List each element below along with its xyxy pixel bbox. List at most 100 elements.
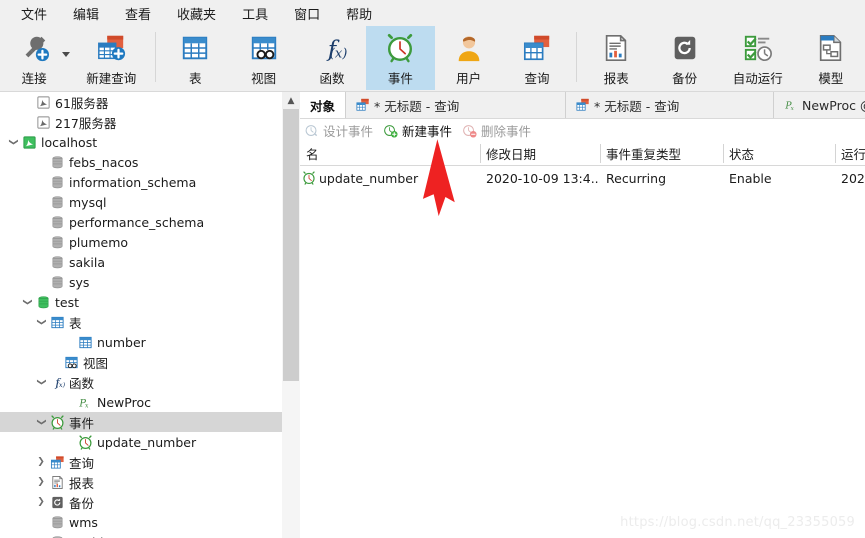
function-fx-icon: f (x) bbox=[48, 375, 66, 390]
tree-item-报表[interactable]: ❯ 报表 bbox=[0, 472, 282, 492]
automation-icon bbox=[743, 31, 773, 65]
cell-text: Enable bbox=[729, 170, 772, 186]
menu-view[interactable]: 查看 bbox=[112, 1, 164, 26]
column-header[interactable]: 名 bbox=[300, 142, 480, 165]
tree-item-label: 备份 bbox=[69, 495, 95, 511]
tree-item-world[interactable]: world bbox=[0, 532, 282, 538]
tab-label: NewProc @ bbox=[802, 97, 865, 113]
menu-edit[interactable]: 编辑 bbox=[60, 1, 112, 26]
tree-item-函数[interactable]: ❯ f (x) 函数 bbox=[0, 372, 282, 392]
function-fx-icon: f (x) bbox=[317, 31, 347, 65]
tab-untitled-query-1[interactable]: * 无标题 - 查询 bbox=[346, 92, 567, 118]
object-tree-sidebar[interactable]: 61服务器 217服务器 ❯ localhost febs_nacos informati… bbox=[0, 92, 282, 538]
tree-item-视图[interactable]: 视图 bbox=[0, 352, 282, 372]
ribbon-button-automation[interactable]: 自动运行 bbox=[719, 26, 797, 90]
tree-item-查询[interactable]: ❯ 查询 bbox=[0, 452, 282, 472]
database-icon bbox=[48, 235, 66, 250]
tab-untitled-query-2[interactable]: * 无标题 - 查询 bbox=[566, 92, 775, 118]
tree-item-label: wms bbox=[69, 514, 98, 530]
tree-item-事件[interactable]: ❯ 事件 bbox=[0, 412, 282, 432]
tree-item-label: plumemo bbox=[69, 234, 129, 250]
chevron-right-icon[interactable]: ❯ bbox=[34, 497, 48, 507]
tree-item-sys[interactable]: sys bbox=[0, 272, 282, 292]
menu-tools[interactable]: 工具 bbox=[229, 1, 281, 26]
query-icon bbox=[522, 31, 552, 65]
query-icon bbox=[48, 455, 66, 470]
column-divider[interactable] bbox=[600, 144, 601, 163]
ribbon-button-event-clock[interactable]: 事件 bbox=[366, 26, 435, 90]
event-clock-icon bbox=[48, 414, 66, 430]
tree-item-label: febs_nacos bbox=[69, 154, 139, 170]
column-header[interactable]: 状态 bbox=[723, 142, 835, 165]
tree-item-information_schema[interactable]: information_schema bbox=[0, 172, 282, 192]
ribbon-button-user[interactable]: 用户 bbox=[435, 26, 503, 90]
tree-item-performance_schema[interactable]: performance_schema bbox=[0, 212, 282, 232]
menu-favorites[interactable]: 收藏夹 bbox=[164, 1, 229, 26]
svg-text:(x): (x) bbox=[330, 46, 347, 61]
tree-item-number[interactable]: number bbox=[0, 332, 282, 352]
sidebar-scrollbar[interactable]: ▲ bbox=[282, 92, 300, 538]
ribbon-button-table[interactable]: 表 bbox=[161, 26, 229, 90]
tree-item-NewProc[interactable]: Px NewProc bbox=[0, 392, 282, 412]
ribbon-button-connection-plug-add[interactable]: 连接 bbox=[0, 26, 68, 90]
tree-item-label: world bbox=[69, 535, 103, 538]
menu-window[interactable]: 窗口 bbox=[281, 1, 333, 26]
ribbon-button-backup[interactable]: 备份 bbox=[650, 26, 718, 90]
chevron-down-icon[interactable]: ❯ bbox=[36, 315, 46, 329]
ribbon-button-function-fx[interactable]: f (x) 函数 bbox=[298, 26, 366, 90]
chevron-right-icon[interactable]: ❯ bbox=[34, 457, 48, 467]
command-label: 设计事件 bbox=[323, 123, 374, 139]
tree-item-217服务器[interactable]: 217服务器 bbox=[0, 112, 282, 132]
column-divider[interactable] bbox=[723, 144, 724, 163]
cell-text: update_number bbox=[319, 170, 419, 186]
tree-item-update_number[interactable]: update_number bbox=[0, 432, 282, 452]
tab-label: * 无标题 - 查询 bbox=[594, 98, 680, 114]
chevron-right-icon[interactable]: ❯ bbox=[34, 477, 48, 487]
cell-事件重复类型: Recurring bbox=[600, 166, 723, 190]
ribbon-button-report[interactable]: 报表 bbox=[582, 26, 650, 90]
tab-objects[interactable]: 对象 bbox=[300, 92, 347, 118]
tree-item-wms[interactable]: wms bbox=[0, 512, 282, 532]
column-header[interactable]: 事件重复类型 bbox=[600, 142, 723, 165]
scroll-up-arrow[interactable]: ▲ bbox=[282, 92, 300, 109]
tree-item-febs_nacos[interactable]: febs_nacos bbox=[0, 152, 282, 172]
tree-item-sakila[interactable]: sakila bbox=[0, 252, 282, 272]
column-header[interactable]: 运行 bbox=[835, 142, 865, 165]
command-label: 删除事件 bbox=[481, 123, 532, 139]
tree-item-label: 函数 bbox=[69, 375, 95, 391]
tree-item-plumemo[interactable]: plumemo bbox=[0, 232, 282, 252]
column-divider[interactable] bbox=[835, 144, 836, 163]
menu-file[interactable]: 文件 bbox=[8, 1, 60, 26]
ribbon-button-view[interactable]: 视图 bbox=[229, 26, 297, 90]
menu-help[interactable]: 帮助 bbox=[333, 1, 385, 26]
chevron-down-icon[interactable]: ❯ bbox=[36, 415, 46, 429]
ribbon-button-new-query-add[interactable]: 新建查询 bbox=[72, 26, 150, 90]
tree-item-test[interactable]: ❯ test bbox=[0, 292, 282, 312]
database-icon bbox=[48, 195, 66, 210]
cell-修改日期: 2020-10-09 13:4... bbox=[480, 166, 600, 190]
tree-item-61服务器[interactable]: 61服务器 bbox=[0, 92, 282, 112]
event-clock-icon bbox=[76, 434, 94, 450]
query-tab-icon bbox=[576, 98, 590, 112]
column-divider[interactable] bbox=[480, 144, 481, 163]
chevron-down-icon[interactable]: ❯ bbox=[8, 135, 18, 149]
new-event-button[interactable]: 新建事件 bbox=[383, 121, 452, 140]
tree-item-表[interactable]: ❯ 表 bbox=[0, 312, 282, 332]
scrollbar-thumb[interactable] bbox=[283, 109, 299, 381]
view-icon bbox=[249, 31, 279, 65]
ribbon-button-label: 模型 bbox=[818, 71, 844, 86]
chevron-down-icon[interactable]: ❯ bbox=[22, 295, 32, 309]
ribbon-button-query[interactable]: 查询 bbox=[503, 26, 571, 90]
table-row[interactable]: update_number 2020-10-09 13:4... Recurring… bbox=[300, 166, 865, 190]
tree-item-mysql[interactable]: mysql bbox=[0, 192, 282, 212]
tab-newproc[interactable]: Px NewProc @ bbox=[774, 92, 865, 118]
event-list-grid[interactable]: 名修改日期 事件重复类型 状态 运行 update_number 2020-10-09 … bbox=[300, 142, 865, 538]
tree-item-localhost[interactable]: ❯ localhost bbox=[0, 132, 282, 152]
model-icon bbox=[816, 31, 846, 65]
tree-item-label: test bbox=[55, 294, 80, 310]
column-header[interactable]: 修改日期 bbox=[480, 142, 600, 165]
grid-body[interactable]: update_number 2020-10-09 13:4... Recurring… bbox=[300, 166, 865, 190]
chevron-down-icon[interactable]: ❯ bbox=[36, 375, 46, 389]
ribbon-button-model[interactable]: 模型 bbox=[797, 26, 865, 90]
tree-item-备份[interactable]: ❯ 备份 bbox=[0, 492, 282, 512]
